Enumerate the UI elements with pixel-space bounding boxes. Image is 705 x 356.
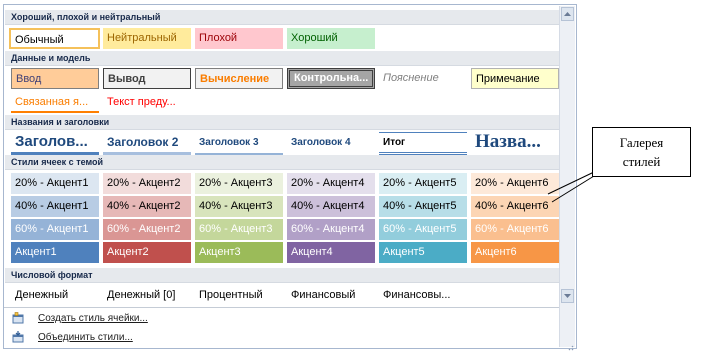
style-heading-3[interactable]: Заголовок 3 (195, 132, 283, 155)
style-comma-0[interactable]: Финансовы... (379, 285, 467, 306)
merge-styles-command[interactable]: Объединить стили... (4, 328, 561, 347)
style-percent[interactable]: Процентный (195, 285, 283, 306)
style-60-accent1[interactable]: 60% - Акцент1 (11, 219, 99, 240)
style-20-accent3[interactable]: 20% - Акцент3 (195, 173, 283, 194)
style-total[interactable]: Итог (379, 132, 467, 155)
section-header-good-bad: Хороший, плохой и нейтральный (5, 10, 562, 25)
style-20-accent2[interactable]: 20% - Акцент2 (103, 173, 191, 194)
resize-grip[interactable] (566, 338, 574, 351)
style-60-accent6[interactable]: 60% - Акцент6 (471, 219, 559, 240)
chevron-down-icon (564, 294, 571, 298)
style-accent6[interactable]: Акцент6 (471, 242, 559, 263)
style-currency-0[interactable]: Денежный [0] (103, 285, 191, 306)
style-accent4[interactable]: Акцент4 (287, 242, 375, 263)
style-40-accent3[interactable]: 40% - Акцент3 (195, 196, 283, 217)
style-40-accent1[interactable]: 40% - Акцент1 (11, 196, 99, 217)
section-header-titles: Названия и заголовки (5, 115, 562, 130)
style-good[interactable]: Хороший (287, 28, 375, 49)
style-explanatory[interactable]: Пояснение (379, 68, 467, 89)
footer-divider (4, 307, 561, 308)
style-accent3[interactable]: Акцент3 (195, 242, 283, 263)
themed-row-40: 40% - Акцент1 40% - Акцент2 40% - Акцент… (4, 196, 564, 218)
data-model-row-1: Ввод Вывод Вычисление Контрольна... Пояс… (4, 68, 564, 90)
style-warning-text[interactable]: Текст преду... (103, 92, 191, 113)
style-normal[interactable]: Обычный (9, 28, 100, 49)
themed-row-20: 20% - Акцент1 20% - Акцент2 20% - Акцент… (4, 173, 564, 195)
style-heading-2[interactable]: Заголовок 2 (103, 132, 191, 155)
create-cell-style-label: Создать стиль ячейки... (38, 313, 148, 324)
style-accent1[interactable]: Акцент1 (11, 242, 99, 263)
style-bad[interactable]: Плохой (195, 28, 283, 49)
style-neutral[interactable]: Нейтральный (103, 28, 191, 49)
section-header-themed: Стили ячеек с темой (5, 155, 562, 170)
callout-line-2: стилей (622, 154, 661, 169)
section-header-data-model: Данные и модель (5, 51, 562, 66)
create-cell-style-command[interactable]: Создать стиль ячейки... (4, 309, 561, 328)
style-60-accent3[interactable]: 60% - Акцент3 (195, 219, 283, 240)
merge-styles-label: Объединить стили... (38, 332, 133, 343)
data-model-row-2: Связанная я... Текст преду... (4, 92, 564, 114)
style-currency[interactable]: Денежный (11, 285, 99, 306)
chevron-up-icon (564, 12, 571, 16)
good-bad-row: Обычный Нейтральный Плохой Хороший (4, 28, 564, 50)
style-40-accent5[interactable]: 40% - Акцент5 (379, 196, 467, 217)
style-20-accent1[interactable]: 20% - Акцент1 (11, 173, 99, 194)
themed-row-60: 60% - Акцент1 60% - Акцент2 60% - Акцент… (4, 219, 564, 241)
style-20-accent4[interactable]: 20% - Акцент4 (287, 173, 375, 194)
callout-box: Галерея стилей (592, 127, 691, 177)
style-accent2[interactable]: Акцент2 (103, 242, 191, 263)
merge-styles-icon (12, 331, 24, 343)
style-note[interactable]: Примечание (471, 68, 559, 89)
style-40-accent2[interactable]: 40% - Акцент2 (103, 196, 191, 217)
style-accent5[interactable]: Акцент5 (379, 242, 467, 263)
style-20-accent5[interactable]: 20% - Акцент5 (379, 173, 467, 194)
style-check-cell[interactable]: Контрольна... (287, 68, 375, 89)
style-60-accent4[interactable]: 60% - Акцент4 (287, 219, 375, 240)
titles-row: Заголов... Заголовок 2 Заголовок 3 Загол… (4, 132, 564, 155)
cell-styles-gallery: Хороший, плохой и нейтральный Обычный Не… (3, 4, 577, 351)
style-60-accent2[interactable]: 60% - Акцент2 (103, 219, 191, 240)
scroll-up-button[interactable] (561, 7, 574, 21)
style-40-accent4[interactable]: 40% - Акцент4 (287, 196, 375, 217)
style-calculation[interactable]: Вычисление (195, 68, 283, 89)
style-linked-cell[interactable]: Связанная я... (11, 92, 99, 113)
section-header-number-format: Числовой формат (5, 268, 562, 283)
callout-line-1: Галерея (619, 135, 664, 150)
resize-grip-icon (568, 345, 574, 351)
new-style-icon (12, 312, 24, 324)
style-60-accent5[interactable]: 60% - Акцент5 (379, 219, 467, 240)
style-input[interactable]: Ввод (11, 68, 99, 89)
number-format-row: Денежный Денежный [0] Процентный Финансо… (4, 285, 564, 307)
callout-pointer-lines (547, 171, 595, 203)
themed-row-100: Акцент1 Акцент2 Акцент3 Акцент4 Акцент5 … (4, 242, 564, 264)
style-heading-1[interactable]: Заголов... (11, 132, 99, 155)
style-output[interactable]: Вывод (103, 68, 191, 89)
style-comma[interactable]: Финансовый (287, 285, 375, 306)
scroll-down-button[interactable] (561, 289, 574, 303)
style-heading-4[interactable]: Заголовок 4 (287, 132, 375, 155)
